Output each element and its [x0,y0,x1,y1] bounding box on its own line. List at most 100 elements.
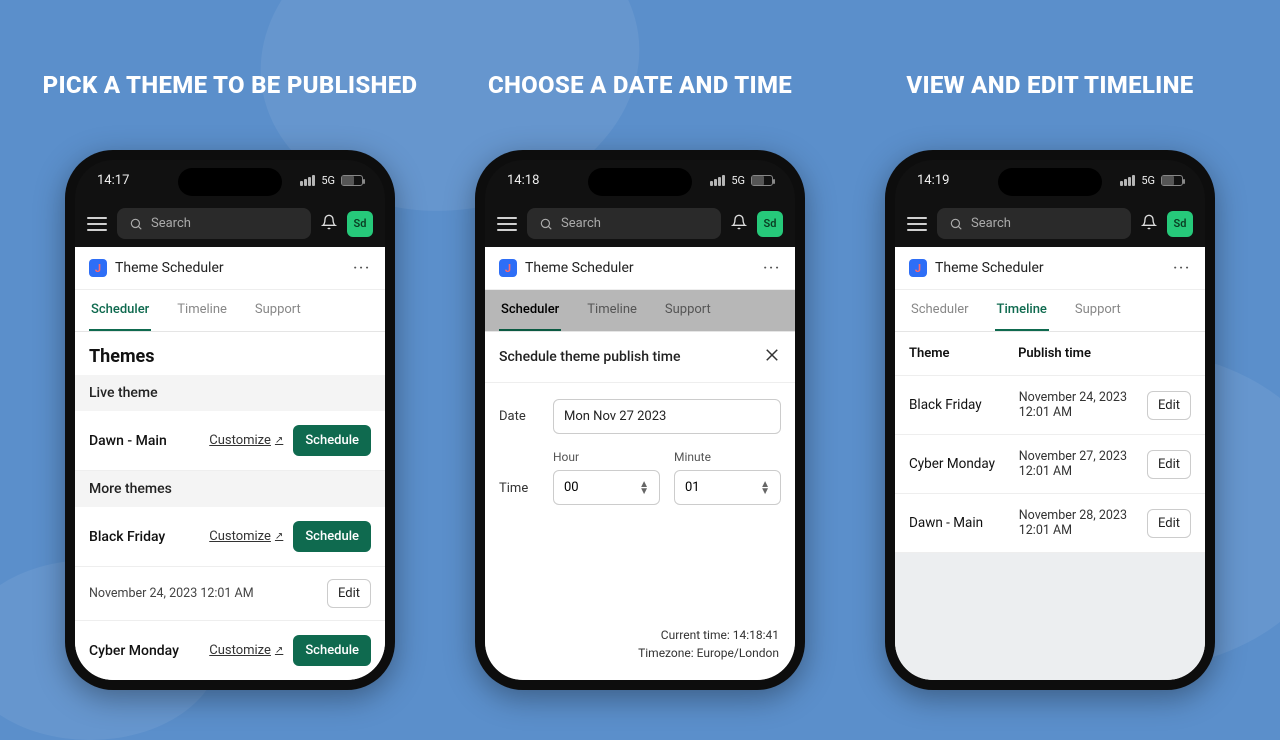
external-link-icon: ↗ [275,531,283,542]
phone-mockup-3: 14:19 5G Search Sd [885,150,1215,690]
app-title: Theme Scheduler [935,260,1165,276]
edit-button[interactable]: Edit [1147,391,1191,420]
more-themes-heading: More themes [75,471,385,507]
signal-icon [710,175,725,186]
search-icon [129,217,143,231]
date-input[interactable]: Mon Nov 27 2023 [553,399,781,434]
customize-link[interactable]: Customize↗ [209,529,283,544]
battery-icon [751,175,773,186]
battery-icon [1161,175,1183,186]
live-theme-heading: Live theme [75,375,385,411]
status-time: 14:17 [97,173,129,188]
timeline-time: November 28, 2023 12:01 AM [1019,508,1139,538]
search-placeholder: Search [151,216,191,231]
tab-scheduler[interactable]: Scheduler [499,290,561,331]
tab-support[interactable]: Support [1073,290,1123,331]
hamburger-menu-icon[interactable] [497,217,517,231]
phone-notch [588,168,692,196]
theme-row: Cyber Monday Customize↗ Schedule [75,621,385,680]
external-link-icon: ↗ [275,435,283,446]
network-label: 5G [321,174,335,187]
app-title: Theme Scheduler [525,260,755,276]
status-time: 14:19 [917,173,949,188]
headline-2: CHOOSE A DATE AND TIME [488,70,792,100]
network-label: 5G [1141,174,1155,187]
phone-notch [178,168,282,196]
app-title: Theme Scheduler [115,260,345,276]
edit-button[interactable]: Edit [1147,509,1191,538]
timeline-row: Cyber Monday November 27, 2023 12:01 AM … [895,435,1205,494]
tab-scheduler[interactable]: Scheduler [909,290,971,331]
more-menu-icon[interactable]: ··· [1173,261,1191,276]
customize-link[interactable]: Customize↗ [209,433,283,448]
theme-name: Cyber Monday [89,643,199,659]
tab-timeline[interactable]: Timeline [585,290,639,331]
search-input[interactable]: Search [937,208,1131,239]
timeline-row: Dawn - Main November 28, 2023 12:01 AM E… [895,494,1205,553]
avatar[interactable]: Sd [1167,211,1193,237]
timeline-theme: Black Friday [909,397,1011,413]
more-menu-icon[interactable]: ··· [353,261,371,276]
timezone-label: Timezone: Europe/London [501,644,779,662]
current-time-label: Current time: 14:18:41 [501,626,779,644]
tab-timeline[interactable]: Timeline [995,290,1049,331]
edit-button[interactable]: Edit [327,579,371,608]
tab-support[interactable]: Support [253,290,303,331]
timeline-row: Black Friday November 24, 2023 12:01 AM … [895,376,1205,435]
modal-title: Schedule theme publish time [499,349,680,365]
hour-label: Hour [553,450,660,464]
timeline-theme: Cyber Monday [909,456,1011,472]
customize-link[interactable]: Customize↗ [209,643,283,658]
theme-row: Black Friday Customize↗ Schedule [75,507,385,567]
headline-1: PICK A THEME TO BE PUBLISHED [43,70,418,100]
theme-name: Dawn - Main [89,433,199,449]
scheduled-time-label: November 24, 2023 12:01 AM [89,586,254,601]
edit-button[interactable]: Edit [1147,450,1191,479]
timeline-time: November 27, 2023 12:01 AM [1019,449,1139,479]
app-icon: J [499,259,517,277]
theme-row-live: Dawn - Main Customize↗ Schedule [75,411,385,471]
themes-heading: Themes [75,332,385,375]
date-label: Date [499,409,539,424]
theme-name: Black Friday [89,529,199,545]
search-icon [949,217,963,231]
minute-label: Minute [674,450,781,464]
chevron-updown-icon: ▲▼ [639,481,649,495]
schedule-button[interactable]: Schedule [293,425,371,456]
search-input[interactable]: Search [117,208,311,239]
phone-mockup-1: 14:17 5G Search Sd [65,150,395,690]
search-placeholder: Search [971,216,1011,231]
scheduled-time-row: November 24, 2023 12:01 AM Edit [75,567,385,621]
status-time: 14:18 [507,173,539,188]
close-icon[interactable] [763,346,781,368]
column-theme: Theme [909,346,1018,361]
notifications-icon[interactable] [321,214,337,234]
headline-3: VIEW AND EDIT TIMELINE [906,70,1193,100]
more-menu-icon[interactable]: ··· [763,261,781,276]
signal-icon [1120,175,1135,186]
signal-icon [300,175,315,186]
notifications-icon[interactable] [1141,214,1157,234]
search-icon [539,217,553,231]
search-input[interactable]: Search [527,208,721,239]
hamburger-menu-icon[interactable] [907,217,927,231]
tab-timeline[interactable]: Timeline [175,290,229,331]
app-icon: J [89,259,107,277]
phone-mockup-2: 14:18 5G Search Sd [475,150,805,690]
timeline-theme: Dawn - Main [909,515,1011,531]
hamburger-menu-icon[interactable] [87,217,107,231]
time-label: Time [499,481,539,505]
avatar[interactable]: Sd [757,211,783,237]
schedule-button[interactable]: Schedule [293,521,371,552]
avatar[interactable]: Sd [347,211,373,237]
external-link-icon: ↗ [275,645,283,656]
tab-scheduler[interactable]: Scheduler [89,290,151,331]
notifications-icon[interactable] [731,214,747,234]
schedule-button[interactable]: Schedule [293,635,371,666]
tab-support[interactable]: Support [663,290,713,331]
timeline-time: November 24, 2023 12:01 AM [1019,390,1139,420]
phone-notch [998,168,1102,196]
hour-select[interactable]: 00▲▼ [553,470,660,505]
column-publish-time: Publish time [1018,346,1147,361]
minute-select[interactable]: 01▲▼ [674,470,781,505]
